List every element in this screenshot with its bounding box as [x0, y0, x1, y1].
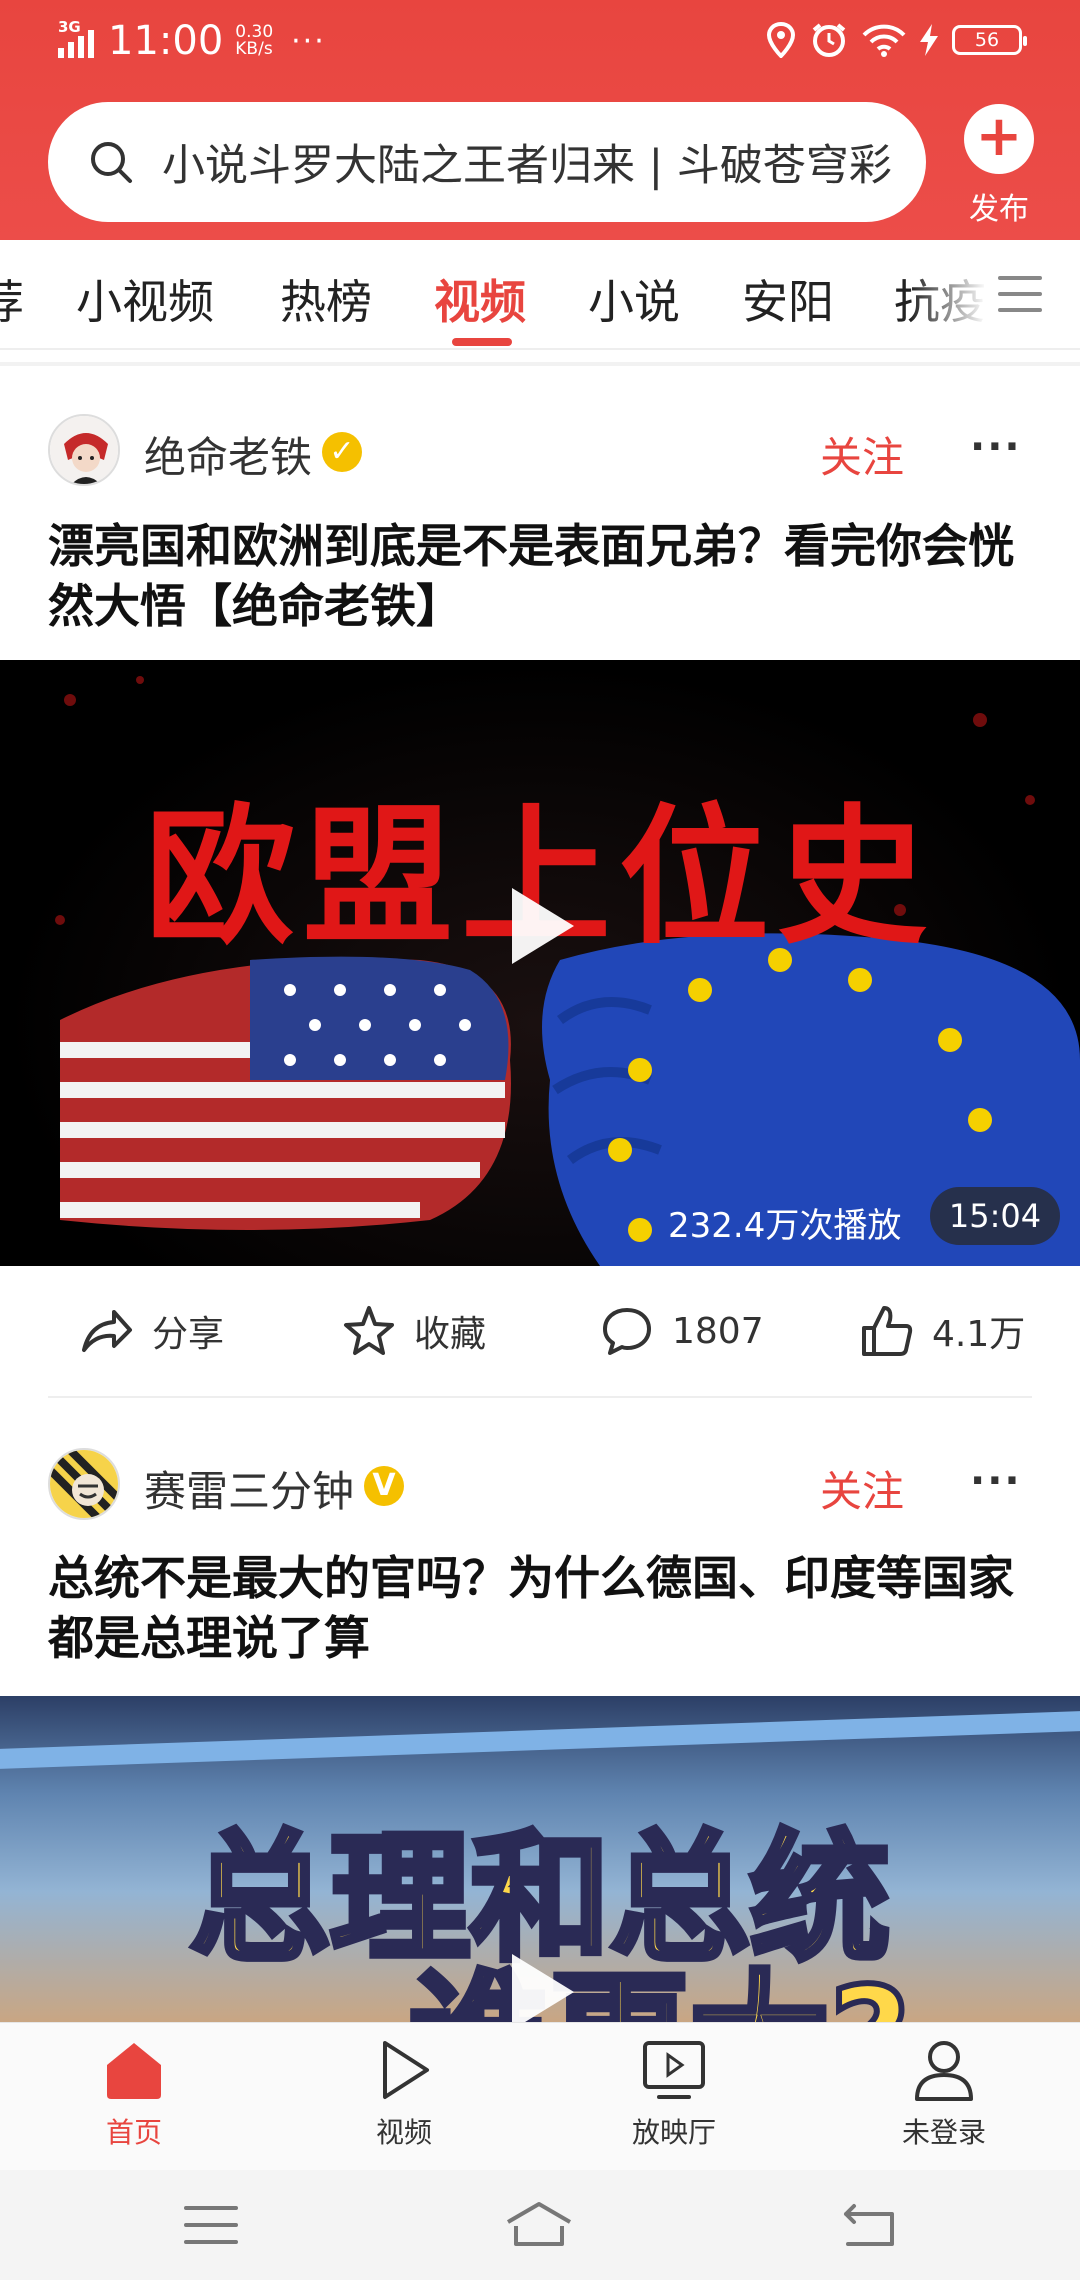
author-name[interactable]: 绝命老铁: [144, 424, 312, 485]
avatar-image: [50, 416, 118, 484]
comment-button[interactable]: 1807: [600, 1304, 764, 1358]
author-avatar[interactable]: [48, 1448, 120, 1520]
play-icon[interactable]: [512, 888, 574, 964]
nav-account[interactable]: 未登录: [854, 2037, 1034, 2151]
alarm-icon: [812, 23, 846, 57]
active-tab-indicator: [452, 338, 512, 346]
view-count: 232.4万次播放: [668, 1206, 902, 1246]
favorite-button[interactable]: 收藏: [342, 1304, 486, 1358]
search-bar[interactable]: 小说斗罗大陆之王者归来 | 斗破苍穹彩: [48, 102, 926, 222]
card-title[interactable]: 漂亮国和欧洲到底是不是表面兄弟？看完你会恍然大悟【绝命老铁】: [48, 516, 1028, 636]
video-thumbnail[interactable]: 欧盟上位史 232.4万次播放 15:04: [0, 660, 1080, 1266]
star-icon: [344, 1306, 394, 1355]
thumbnail-stripe: [0, 1711, 1080, 1769]
menu-icon[interactable]: [176, 2200, 246, 2250]
nav-home[interactable]: 首页: [44, 2037, 224, 2151]
signal-icon: 3G: [58, 18, 94, 58]
status-time: 11:00: [108, 18, 224, 64]
card-divider: [48, 1396, 1032, 1398]
battery-indicator: 56: [952, 25, 1027, 55]
divider: [0, 362, 1080, 366]
follow-button[interactable]: 关注: [820, 424, 904, 485]
tab-recommend[interactable]: 荐: [0, 266, 24, 332]
search-suggestion-text: 小说斗罗大陆之王者归来 | 斗破苍穹彩: [162, 141, 892, 191]
publish-label: 发布: [969, 192, 1029, 227]
location-icon: [766, 22, 796, 58]
verified-icon: V: [364, 1466, 404, 1506]
system-navigation-bar: [0, 2170, 1080, 2280]
user-icon: [915, 2041, 973, 2101]
status-bar: 3G 11:00 0.30 KB/s ··· 56: [0, 0, 1080, 80]
comment-icon: [603, 1308, 651, 1355]
share-icon: [82, 1310, 132, 1352]
tab-hot-list[interactable]: 热榜: [280, 266, 372, 332]
home-icon: [107, 2043, 161, 2099]
charging-icon: [920, 24, 938, 56]
publish-button[interactable]: + 发布: [962, 104, 1036, 228]
video-thumbnail[interactable]: 总理和总统 谁更大?: [0, 1696, 1080, 2022]
nav-account-label: 未登录: [901, 2116, 986, 2149]
network-type: 3G: [58, 18, 81, 36]
verified-icon: ✓: [322, 432, 362, 472]
tab-novel[interactable]: 小说: [588, 266, 680, 332]
network-speed: 0.30 KB/s: [235, 24, 273, 58]
follow-button[interactable]: 关注: [820, 1458, 904, 1519]
bottom-navigation: 首页 视频 放映厅 未登录: [0, 2022, 1080, 2170]
nav-screening-room[interactable]: 放映厅: [584, 2037, 764, 2151]
channel-menu-icon[interactable]: [996, 270, 1044, 318]
thumbs-up-icon: [862, 1306, 913, 1356]
wifi-icon: [862, 24, 906, 57]
plus-icon: +: [964, 104, 1034, 174]
play-icon[interactable]: [512, 1954, 574, 2022]
back-icon[interactable]: [834, 2200, 904, 2250]
video-duration: 15:04: [930, 1187, 1060, 1245]
screening-room-icon: [643, 2041, 705, 2099]
like-button[interactable]: 4.1万: [860, 1304, 1025, 1358]
app-header: 3G 11:00 0.30 KB/s ··· 56 小说斗罗大陆之王者归来 | …: [0, 0, 1080, 240]
card-actions: 分享 收藏 1807 4.1万: [0, 1266, 1080, 1396]
more-options-icon[interactable]: ···: [970, 1458, 1022, 1504]
nav-video[interactable]: 视频: [314, 2037, 494, 2151]
more-options-icon[interactable]: ···: [970, 424, 1022, 470]
nav-video-label: 视频: [375, 2116, 432, 2149]
tab-video[interactable]: 视频: [434, 266, 526, 332]
tab-short-video[interactable]: 小视频: [76, 266, 214, 332]
thumbnail-headline-2: 谁更大?: [120, 1926, 1080, 2022]
comment-count: 1807: [672, 1310, 764, 1352]
author-name[interactable]: 赛雷三分钟: [144, 1458, 354, 1519]
search-icon: [91, 142, 132, 183]
tab-anyang[interactable]: 安阳: [742, 266, 834, 332]
video-play-icon: [383, 2041, 429, 2099]
share-label: 分享: [152, 1314, 225, 1355]
like-count: 4.1万: [932, 1314, 1026, 1355]
channel-tabs: 荐 小视频 热榜 视频 小说 安阳 抗疫: [0, 240, 1080, 350]
card-title[interactable]: 总统不是最大的官吗？为什么德国、印度等国家都是总理说了算: [48, 1548, 1028, 1668]
favorite-label: 收藏: [414, 1314, 487, 1355]
status-more: ···: [291, 23, 326, 59]
avatar-image: [50, 1450, 118, 1518]
speed-unit: KB/s: [235, 39, 273, 59]
home-button-icon[interactable]: [504, 2200, 574, 2250]
nav-screening-room-label: 放映厅: [631, 2116, 716, 2149]
nav-home-label: 首页: [105, 2116, 162, 2149]
tabs-fade: [910, 240, 1080, 348]
author-avatar[interactable]: [48, 414, 120, 486]
share-button[interactable]: 分享: [80, 1304, 224, 1358]
